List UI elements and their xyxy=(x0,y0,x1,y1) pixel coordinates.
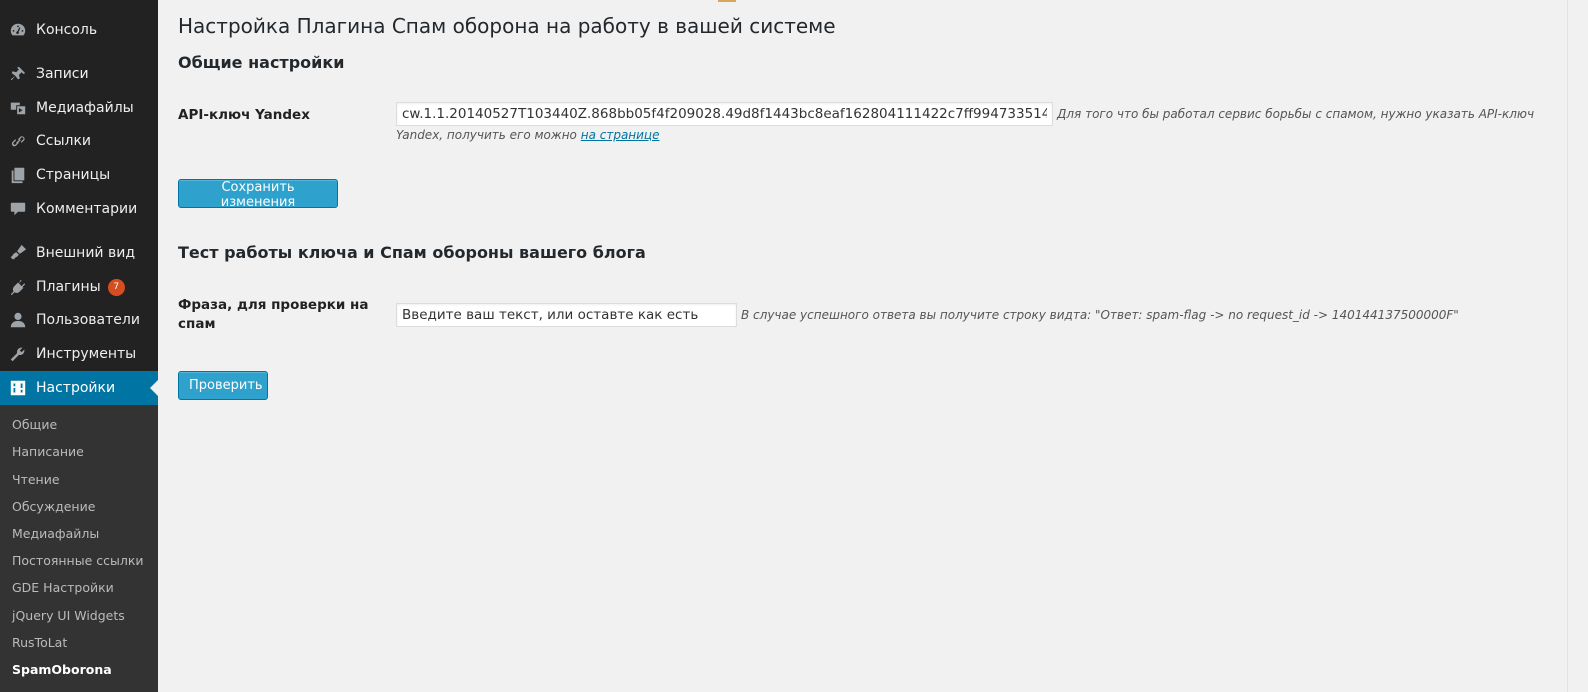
sidebar-item-console[interactable]: Консоль xyxy=(0,13,158,47)
brush-icon xyxy=(9,244,27,262)
submenu-item-permalinks[interactable]: Постоянные ссылки xyxy=(12,553,144,568)
pin-icon xyxy=(9,65,27,83)
media-icon xyxy=(9,99,27,117)
sidebar-item-label: Консоль xyxy=(36,22,98,38)
check-button[interactable]: Проверить xyxy=(178,371,268,400)
api-key-label: API-ключ Yandex xyxy=(178,107,310,123)
test-section-heading: Тест работы ключа и Спам обороны вашего … xyxy=(178,243,646,262)
api-key-input[interactable] xyxy=(396,102,1053,126)
settings-icon xyxy=(9,379,27,397)
submenu-item-writing[interactable]: Написание xyxy=(12,444,84,459)
comment-icon xyxy=(9,200,27,218)
api-key-description: Для того что бы работал сервис борьбы с … xyxy=(1057,107,1535,121)
sidebar-item-comments[interactable]: Комментарии xyxy=(0,192,158,226)
sidebar-item-label: Внешний вид xyxy=(36,245,136,261)
main-content: Настройка Плагина Спам оборона на работу… xyxy=(178,0,1568,692)
sidebar-item-users[interactable]: Пользователи xyxy=(0,303,158,337)
wrench-icon xyxy=(9,345,27,363)
general-settings-heading: Общие настройки xyxy=(178,53,345,72)
phrase-input[interactable] xyxy=(396,303,737,327)
submenu-item-rustolat[interactable]: RusToLat xyxy=(12,635,67,650)
submenu-item-reading[interactable]: Чтение xyxy=(12,472,60,487)
sidebar-item-links[interactable]: Ссылки xyxy=(0,124,158,158)
phrase-label: Фраза, для проверки на спам xyxy=(178,297,369,332)
page-title: Настройка Плагина Спам оборона на работу… xyxy=(178,14,836,38)
yandex-api-page-link[interactable]: на странице xyxy=(581,128,660,142)
sidebar-item-posts[interactable]: Записи xyxy=(0,57,158,91)
submenu-item-discussion[interactable]: Обсуждение xyxy=(12,499,95,514)
sidebar-item-plugins[interactable]: Плагины 7 xyxy=(0,270,158,304)
sidebar-item-label: Записи xyxy=(36,66,89,82)
admin-sidebar: Консоль Записи Медиафайлы Ссылки Страниц… xyxy=(0,0,158,692)
submenu-item-gde[interactable]: GDE Настройки xyxy=(12,580,114,595)
sidebar-item-appearance[interactable]: Внешний вид xyxy=(0,236,158,270)
api-key-description-line2: Yandex, получить его можно на странице xyxy=(396,128,660,142)
sidebar-item-tools[interactable]: Инструменты xyxy=(0,337,158,371)
sidebar-item-media[interactable]: Медиафайлы xyxy=(0,91,158,125)
sidebar-item-settings[interactable]: Настройки xyxy=(0,371,158,405)
sidebar-item-pages[interactable]: Страницы xyxy=(0,158,158,192)
user-icon xyxy=(9,311,27,329)
sidebar-item-label: Инструменты xyxy=(36,346,137,362)
top-accent-strip xyxy=(718,0,736,2)
update-count-badge: 7 xyxy=(107,278,125,296)
sidebar-item-label: Комментарии xyxy=(36,201,138,217)
api-key-description-text: Yandex, получить его можно xyxy=(396,128,577,142)
plugin-icon xyxy=(9,278,27,296)
submenu-item-spamoborona[interactable]: SpamOborona xyxy=(12,662,112,677)
sidebar-item-label: Медиафайлы xyxy=(36,100,134,116)
sidebar-item-label: Пользователи xyxy=(36,312,140,328)
submenu-item-jquery-ui[interactable]: jQuery UI Widgets xyxy=(12,608,125,623)
save-changes-button[interactable]: Сохранить изменения xyxy=(178,179,338,210)
sidebar-item-label: Плагины xyxy=(36,279,101,295)
sidebar-item-label: Страницы xyxy=(36,167,111,183)
pages-icon xyxy=(9,166,27,184)
right-edge-scroll-area xyxy=(1567,0,1588,692)
settings-submenu: Общие Написание Чтение Обсуждение Медиаф… xyxy=(0,405,158,692)
phrase-description: В случае успешного ответа вы получите ст… xyxy=(741,308,1459,322)
dashboard-icon xyxy=(9,21,27,39)
sidebar-item-label: Ссылки xyxy=(36,133,92,149)
submenu-item-media[interactable]: Медиафайлы xyxy=(12,526,99,541)
submenu-item-general[interactable]: Общие xyxy=(12,417,57,432)
sidebar-item-label: Настройки xyxy=(36,380,116,396)
link-icon xyxy=(9,132,27,150)
